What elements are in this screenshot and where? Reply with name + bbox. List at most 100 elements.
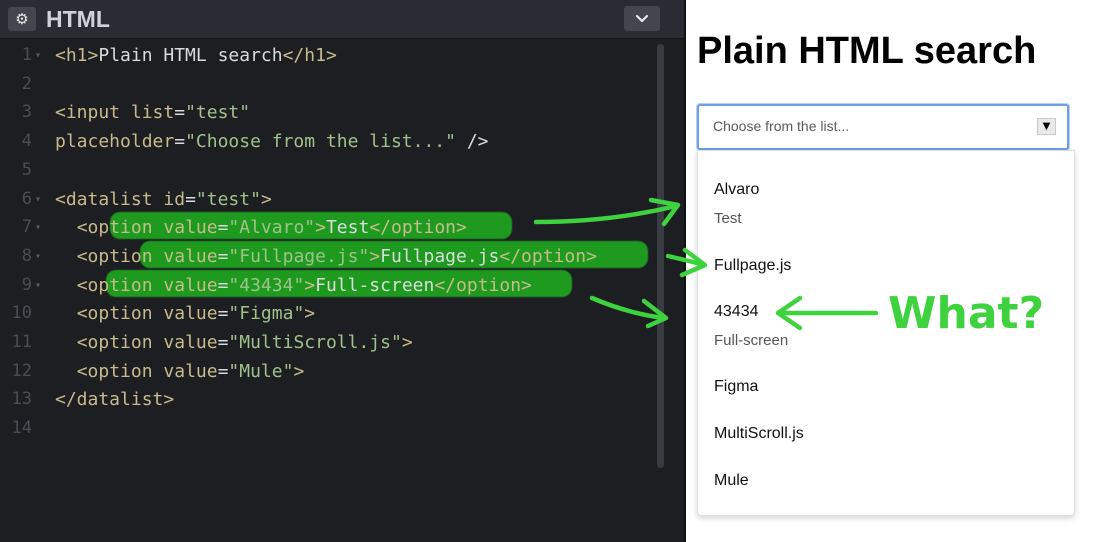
preview-panel: Plain HTML search Choose from the list..… bbox=[686, 0, 1100, 542]
code-line[interactable]: 5 bbox=[0, 156, 660, 185]
fold-toggle-icon[interactable]: ▾ bbox=[35, 271, 47, 300]
page-title: Plain HTML search bbox=[697, 30, 1037, 72]
code-line[interactable]: 8 ▾ <option value="Fullpage.js">Fullpage.… bbox=[0, 242, 660, 271]
search-input-placeholder: Choose from the list... bbox=[713, 118, 850, 134]
code-line[interactable]: 7 ▾ <option value="Alvaro">Test</option> bbox=[0, 213, 660, 242]
fold-toggle-icon[interactable]: ▾ bbox=[35, 41, 47, 70]
code-token: </option> bbox=[369, 217, 467, 238]
option-fullpage-js[interactable]: Fullpage.js bbox=[714, 256, 791, 276]
code-token: > bbox=[293, 361, 305, 382]
code-token: "43434" bbox=[228, 275, 305, 296]
line-number: 9 bbox=[21, 275, 32, 295]
chevron-down-icon bbox=[635, 14, 649, 23]
editor-scrollbar[interactable] bbox=[657, 44, 664, 468]
option-alvaro[interactable]: Alvaro Test bbox=[714, 180, 759, 229]
option-mule[interactable]: Mule bbox=[714, 471, 749, 491]
code-token: = bbox=[217, 275, 229, 296]
code-editor-panel: ⚙ HTML 1 ▾ <h1>Plain HTML search</h1> 2 3 <in… bbox=[0, 0, 686, 542]
code-token: <option bbox=[76, 217, 164, 238]
code-token: <option bbox=[76, 361, 164, 382]
code-token: > bbox=[369, 246, 381, 267]
code-line[interactable]: 14 bbox=[0, 414, 660, 443]
code-token: = bbox=[217, 217, 229, 238]
option-figma[interactable]: Figma bbox=[714, 377, 758, 397]
code-token: "Choose from the list..." bbox=[185, 131, 456, 152]
code-token: = bbox=[174, 102, 186, 123]
code-line[interactable]: 6 ▾ <datalist id="test"> bbox=[0, 185, 660, 214]
code-token: Plain HTML search bbox=[98, 45, 283, 66]
line-number: 13 bbox=[11, 389, 32, 409]
option-value: Mule bbox=[714, 472, 749, 489]
option-value: 43434 bbox=[714, 303, 759, 320]
code-token: value bbox=[163, 361, 218, 382]
code-line[interactable]: 1 ▾ <h1>Plain HTML search</h1> bbox=[0, 41, 660, 70]
line-number: 8 bbox=[21, 246, 32, 266]
code-token: > bbox=[304, 303, 316, 324]
code-line[interactable]: 12 <option value="Mule"> bbox=[0, 357, 660, 386]
code-token: "MultiScroll.js" bbox=[228, 332, 402, 353]
code-token: <option bbox=[76, 303, 164, 324]
code-text: placeholder="Choose from the list..." /> bbox=[55, 127, 489, 156]
settings-button[interactable]: ⚙ bbox=[8, 7, 36, 31]
code-token: value bbox=[163, 246, 218, 267]
code-token: </option> bbox=[434, 275, 532, 296]
code-token: "test" bbox=[185, 102, 251, 123]
line-number: 2 bbox=[21, 74, 32, 94]
code-line[interactable]: 4 placeholder="Choose from the list..." /… bbox=[0, 127, 660, 156]
fold-toggle-icon[interactable]: ▾ bbox=[35, 213, 47, 242]
code-token: = bbox=[174, 131, 186, 152]
option-43434[interactable]: 43434 Full-screen bbox=[714, 302, 788, 351]
code-text: <option value="Fullpage.js">Fullpage.js<… bbox=[55, 242, 597, 271]
code-token: Full-screen bbox=[315, 275, 435, 296]
code-token: <h1> bbox=[55, 45, 99, 66]
option-value: Fullpage.js bbox=[714, 257, 792, 274]
code-token: > bbox=[260, 189, 272, 210]
code-line[interactable]: 2 bbox=[0, 70, 660, 99]
code-token: <input bbox=[55, 102, 131, 123]
fold-toggle-icon[interactable]: ▾ bbox=[35, 242, 47, 271]
code-token: /> bbox=[456, 131, 489, 152]
line-number: 11 bbox=[11, 332, 32, 352]
line-number: 4 bbox=[21, 131, 32, 151]
option-value: Alvaro bbox=[714, 181, 760, 198]
option-label: Full-screen bbox=[714, 332, 789, 349]
code-line[interactable]: 3 <input list="test" bbox=[0, 98, 660, 127]
code-text: <datalist id="test"> bbox=[55, 185, 272, 214]
search-input[interactable]: Choose from the list... ▼ bbox=[697, 104, 1069, 150]
option-value: Figma bbox=[714, 378, 759, 395]
code-token: > bbox=[401, 332, 413, 353]
code-line[interactable]: 9 ▾ <option value="43434">Full-screen</op… bbox=[0, 271, 660, 300]
fold-toggle-icon[interactable]: ▾ bbox=[35, 185, 47, 214]
code-text: <option value="Mule"> bbox=[55, 357, 305, 386]
code-token: Test bbox=[325, 217, 370, 238]
option-label: Test bbox=[714, 210, 742, 227]
line-number: 10 bbox=[11, 303, 32, 323]
code-token: = bbox=[217, 246, 229, 267]
code-token: <option bbox=[76, 246, 164, 267]
option-multiscroll-js[interactable]: MultiScroll.js bbox=[714, 424, 804, 444]
code-token: = bbox=[217, 303, 229, 324]
code-text: <option value="MultiScroll.js"> bbox=[55, 328, 413, 357]
code-token: placeholder bbox=[55, 131, 175, 152]
code-token: id bbox=[163, 189, 186, 210]
code-line[interactable]: 10 <option value="Figma"> bbox=[0, 299, 660, 328]
code-token: value bbox=[163, 303, 218, 324]
dropdown-arrow-icon[interactable]: ▼ bbox=[1037, 118, 1056, 135]
code-token: <option bbox=[76, 332, 164, 353]
code-token: "Alvaro" bbox=[228, 217, 316, 238]
code-line[interactable]: 11 <option value="MultiScroll.js"> bbox=[0, 328, 660, 357]
code-line[interactable]: 13 </datalist> bbox=[0, 385, 660, 414]
code-token: = bbox=[185, 189, 196, 210]
code-text: <input list="test" bbox=[55, 98, 250, 127]
code-token: <option bbox=[76, 275, 164, 296]
code-token: "Fullpage.js" bbox=[228, 246, 370, 267]
line-number: 14 bbox=[11, 418, 32, 438]
code-token: "Mule" bbox=[228, 361, 294, 382]
collapse-button[interactable] bbox=[624, 6, 660, 31]
editor-header: ⚙ HTML bbox=[0, 0, 686, 39]
line-number: 5 bbox=[21, 160, 32, 180]
